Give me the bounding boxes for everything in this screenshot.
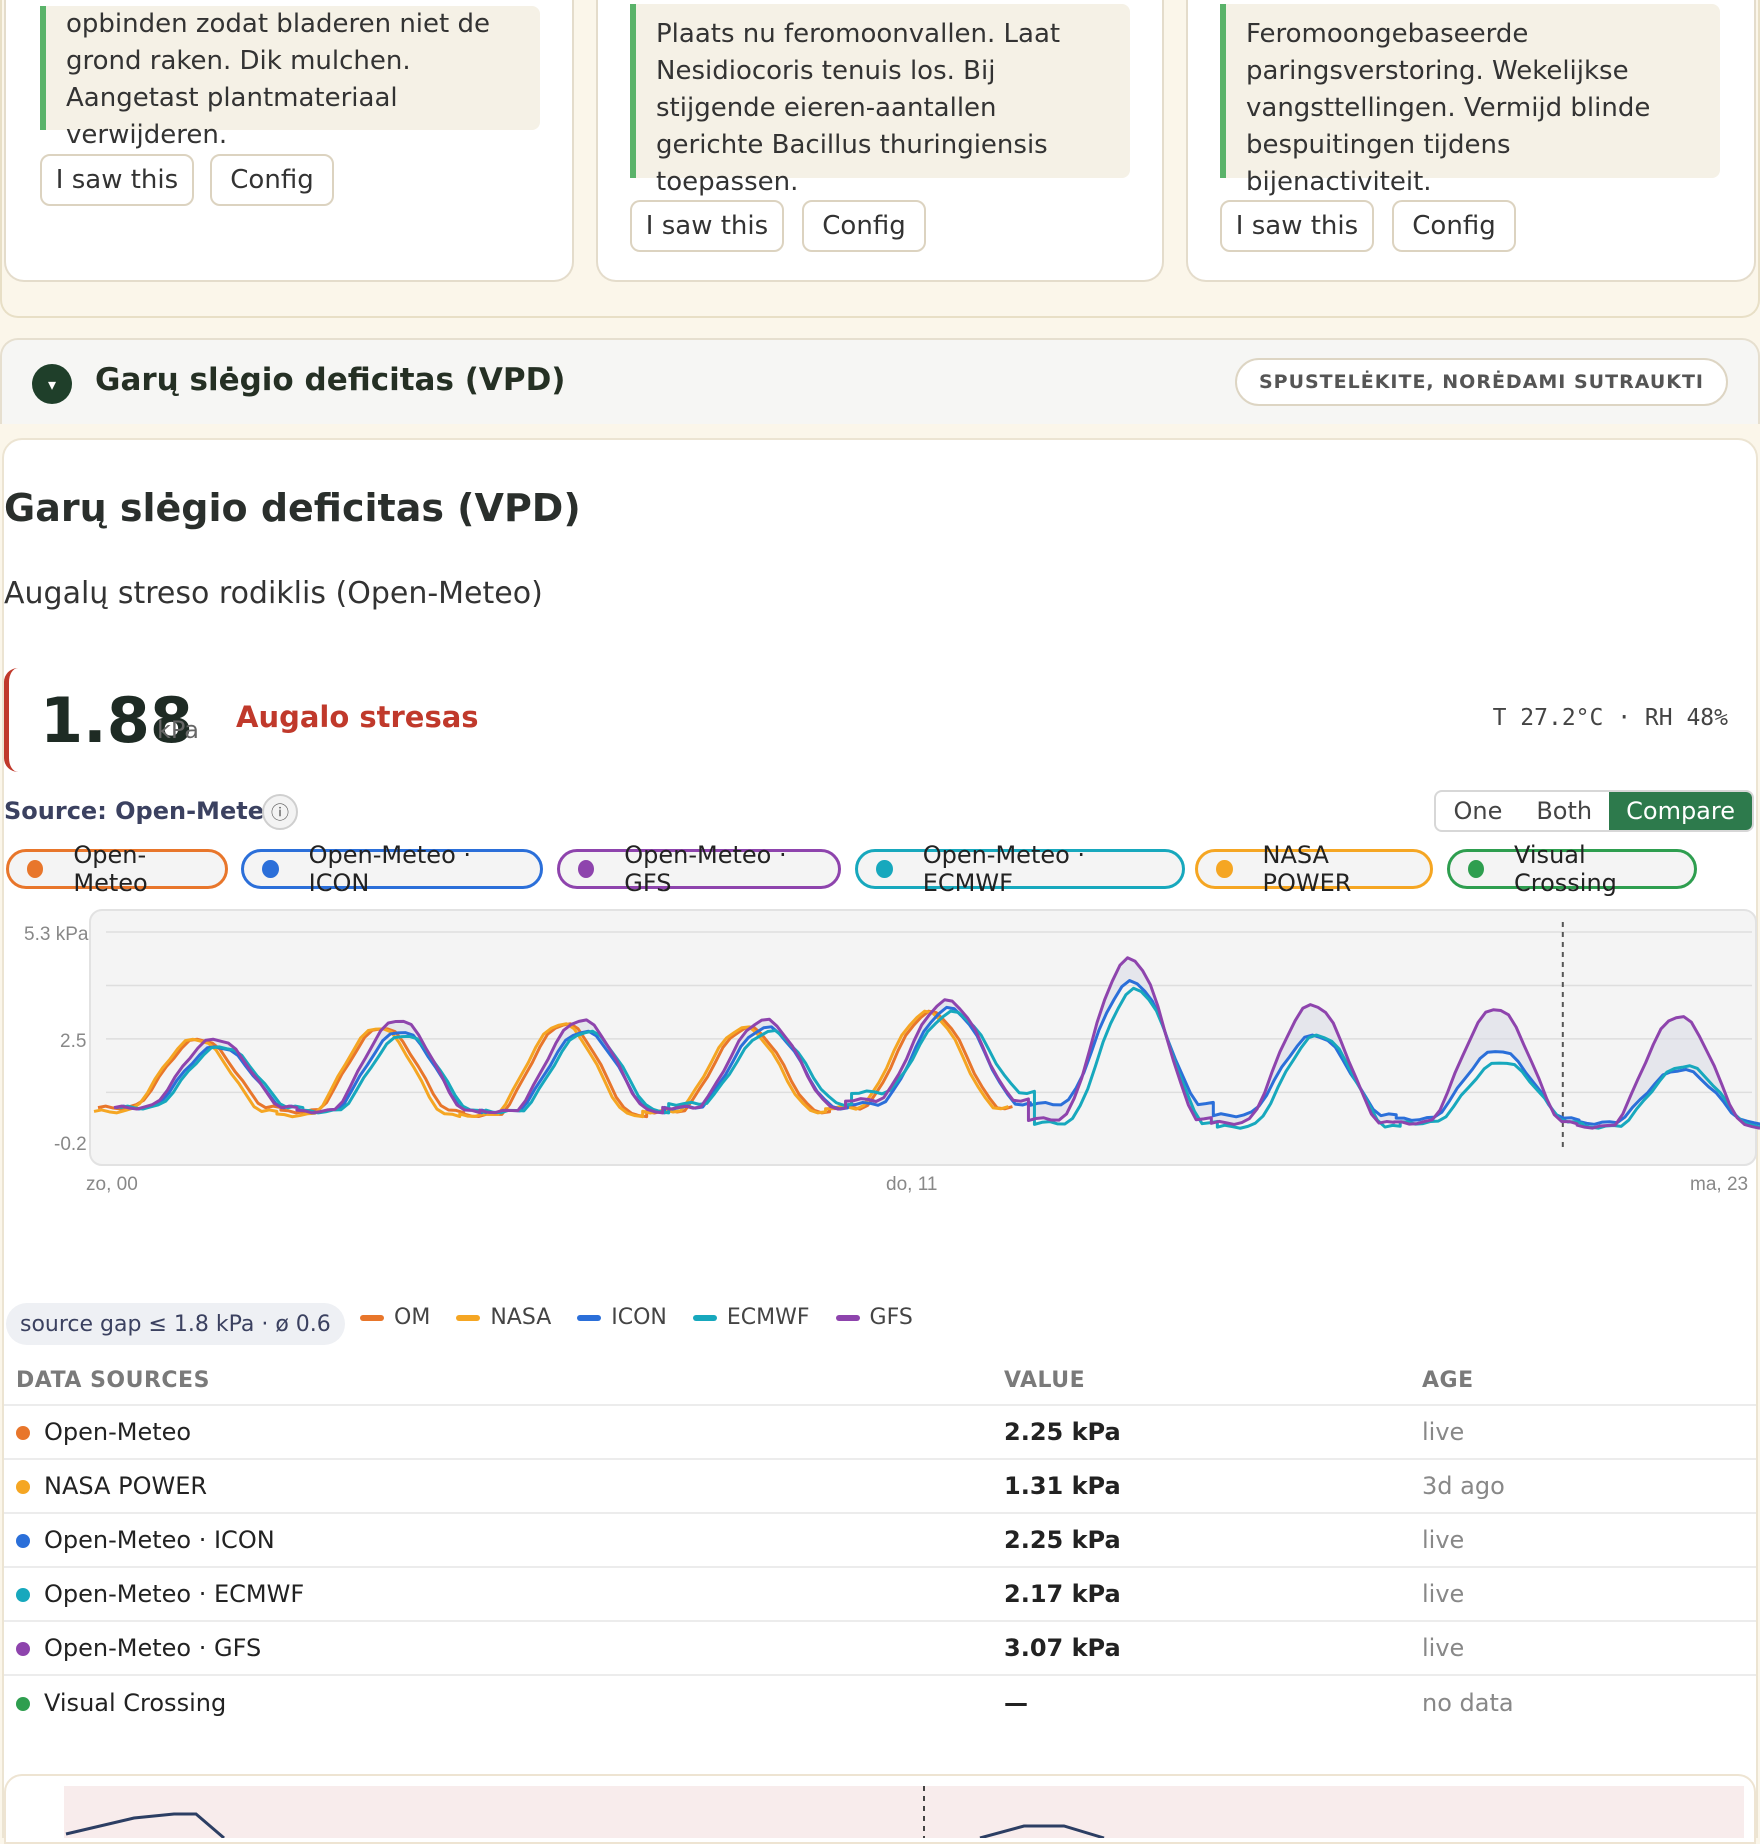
dot-icon: [578, 860, 595, 878]
source-name: Open-Meteo · ICON: [4, 1512, 1004, 1567]
source-chip-nasa[interactable]: NASA POWER: [1195, 841, 1433, 897]
saw-this-button[interactable]: I saw this: [1220, 200, 1374, 252]
source-name: Open-Meteo · ECMWF: [4, 1566, 1004, 1621]
source-value: 3.07 kPa: [1004, 1620, 1422, 1675]
source-value: 2.25 kPa: [1004, 1404, 1422, 1459]
x-tick-label: do, 11: [886, 1174, 937, 1195]
dot-icon: [262, 860, 279, 878]
source-name: NASA POWER: [4, 1458, 1004, 1513]
advisory-card: Feromoongebaseerde paringsverstoring. We…: [1186, 0, 1756, 282]
source-value: 2.25 kPa: [1004, 1512, 1422, 1567]
y-tick-label: 2.5: [60, 1031, 86, 1052]
vpd-chart: 5.3 kPa 2.5 -0.2 zo, 00 do, 11 ma, 23: [24, 909, 1760, 1195]
dot-icon: [16, 1696, 30, 1711]
col-sources: DATA SOURCES: [16, 1368, 210, 1393]
source-age: 3d ago: [1422, 1458, 1756, 1513]
source-chip-ecmwf[interactable]: Open-Meteo · ECMWF: [855, 841, 1185, 897]
secondary-chart-bg: [64, 1786, 1744, 1838]
section-title: Garų slėgio deficitas (VPD): [95, 362, 566, 398]
dot-icon: [16, 1642, 30, 1656]
source-name: Open-Meteo · GFS: [4, 1620, 1004, 1675]
source-age: live: [1422, 1512, 1756, 1567]
col-value: VALUE: [1004, 1368, 1086, 1393]
vpd-section-header[interactable]: ▾ Garų slėgio deficitas (VPD) SPUSTELĖKI…: [0, 338, 1760, 424]
chevron-down-icon[interactable]: ▾: [32, 364, 72, 404]
x-tick-label: ma, 23: [1690, 1174, 1748, 1195]
saw-this-button[interactable]: I saw this: [40, 154, 194, 206]
dot-icon: [16, 1426, 30, 1440]
secondary-chart: [64, 1786, 1744, 1838]
dot-icon: [27, 860, 44, 878]
source-chip-gfs[interactable]: Open-Meteo · GFS: [557, 841, 841, 897]
stress-indicator: [4, 668, 18, 772]
table-header: DATA SOURCES VALUE AGE: [4, 1357, 1756, 1405]
mode-one[interactable]: One: [1436, 792, 1519, 830]
advisory-text: opbinden zodat bladeren niet de grond ra…: [40, 6, 540, 150]
advisory-text: Plaats nu feromoonvallen. Laat Nesidioco…: [630, 4, 1130, 197]
source-age: live: [1422, 1620, 1756, 1675]
col-age: AGE: [1422, 1368, 1474, 1393]
legend-item-nasa: NASA: [456, 1305, 551, 1330]
legend-item-icon: ICON: [577, 1305, 667, 1330]
config-button[interactable]: Config: [1392, 200, 1516, 252]
table-row: Visual Crossing — no data: [4, 1674, 1756, 1729]
panel-subtitle: Augalų streso rodiklis (Open-Meteo): [4, 576, 543, 611]
source-age: no data: [1422, 1674, 1756, 1729]
dot-icon: [1216, 860, 1233, 878]
table-row: Open-Meteo 2.25 kPa live: [4, 1404, 1756, 1459]
source-age: live: [1422, 1566, 1756, 1621]
mode-both[interactable]: Both: [1519, 792, 1609, 830]
table-row: Open-Meteo · GFS 3.07 kPa live: [4, 1620, 1756, 1675]
mode-compare[interactable]: Compare: [1609, 792, 1752, 830]
table-row: Open-Meteo · ECMWF 2.17 kPa live: [4, 1566, 1756, 1621]
source-age: live: [1422, 1404, 1756, 1459]
dot-icon: [876, 860, 893, 878]
dot-icon: [1468, 860, 1484, 878]
source-name: Visual Crossing: [4, 1674, 1004, 1729]
vpd-unit: kPa: [157, 716, 199, 744]
source-value: 2.17 kPa: [1004, 1566, 1422, 1621]
legend-item-gfs: GFS: [835, 1305, 913, 1330]
legend-item-ecmwf: ECMWF: [692, 1305, 810, 1330]
view-mode-toggle: One Both Compare: [1434, 790, 1754, 832]
dot-icon: [16, 1480, 30, 1494]
dot-icon: [16, 1534, 30, 1548]
y-tick-label: 5.3 kPa: [24, 924, 89, 945]
source-chip-visual-crossing[interactable]: Visual Crossing: [1447, 841, 1697, 897]
saw-this-button[interactable]: I saw this: [630, 200, 784, 252]
weather-meta: T 27.2°C · RH 48%: [1492, 705, 1728, 731]
x-tick-label: zo, 00: [86, 1174, 138, 1195]
legend-item-om: OM: [360, 1305, 430, 1330]
table-row: NASA POWER 1.31 kPa 3d ago: [4, 1458, 1756, 1513]
advisory-card: Plaats nu feromoonvallen. Laat Nesidioco…: [596, 0, 1164, 282]
config-button[interactable]: Config: [802, 200, 926, 252]
panel-title: Garų slėgio deficitas (VPD): [4, 486, 581, 530]
dot-icon: [16, 1588, 30, 1602]
data-sources-table: DATA SOURCES VALUE AGE Open-Meteo 2.25 kP…: [4, 1357, 1756, 1729]
table-row: Open-Meteo · ICON 2.25 kPa live: [4, 1512, 1756, 1567]
info-icon[interactable]: ⓘ: [262, 794, 298, 830]
chart-legend: OM NASA ICON ECMWF GFS: [360, 1305, 913, 1330]
advisory-card: opbinden zodat bladeren niet de grond ra…: [4, 0, 574, 282]
collapse-button[interactable]: SPUSTELĖKITE, NORĖDAMI SUTRAUKTI: [1234, 358, 1728, 406]
source-gap-badge: source gap ≤ 1.8 kPa · ø 0.6: [6, 1303, 345, 1345]
status-badge: Augalo stresas: [236, 700, 479, 734]
source-value: 1.31 kPa: [1004, 1458, 1422, 1513]
source-name: Open-Meteo: [4, 1404, 1004, 1459]
y-tick-label: -0.2: [54, 1134, 87, 1155]
source-value: —: [1004, 1674, 1422, 1729]
source-chip-icon[interactable]: Open-Meteo · ICON: [241, 841, 543, 897]
source-chip-open-meteo[interactable]: Open-Meteo: [6, 841, 228, 897]
config-button[interactable]: Config: [210, 154, 334, 206]
advisory-text: Feromoongebaseerde paringsverstoring. We…: [1220, 4, 1720, 197]
source-label: Source: Open-Meteo: [4, 797, 281, 825]
